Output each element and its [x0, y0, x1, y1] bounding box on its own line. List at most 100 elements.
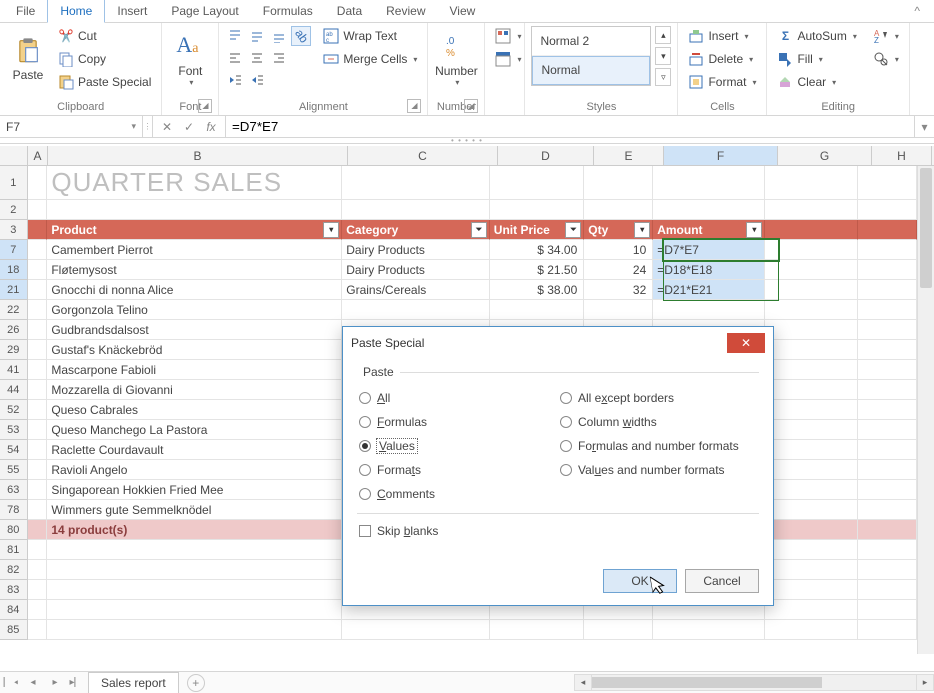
orientation-button[interactable]: ab: [291, 26, 311, 46]
paste-option-all[interactable]: All: [359, 391, 556, 405]
row-header[interactable]: 53: [0, 420, 28, 440]
cell-unit-price[interactable]: $ 34.00: [490, 240, 585, 260]
tab-insert[interactable]: Insert: [105, 0, 159, 22]
cell-amount[interactable]: =D21*E21: [653, 280, 765, 300]
sheet-tab-sales-report[interactable]: Sales report: [88, 672, 179, 693]
cell-product[interactable]: Gnocchi di nonna Alice: [47, 280, 342, 300]
row-header[interactable]: 29: [0, 340, 28, 360]
cell[interactable]: [584, 620, 653, 640]
row-header[interactable]: 44: [0, 380, 28, 400]
col-header-b[interactable]: B: [48, 146, 348, 165]
row-header[interactable]: 22: [0, 300, 28, 320]
cell[interactable]: [858, 300, 917, 320]
cell[interactable]: [858, 200, 917, 220]
col-header-f[interactable]: F: [664, 146, 778, 165]
cell[interactable]: [28, 440, 48, 460]
cell[interactable]: [28, 560, 48, 580]
cell[interactable]: [765, 600, 858, 620]
row-header[interactable]: 63: [0, 480, 28, 500]
header-qty[interactable]: Qty▾: [584, 220, 653, 240]
paste-special-button[interactable]: Paste Special: [54, 72, 155, 92]
cell[interactable]: [28, 500, 48, 520]
cell-category[interactable]: [342, 300, 490, 320]
paste-option-formats[interactable]: Formats: [359, 463, 556, 477]
cell[interactable]: [858, 520, 917, 540]
cell[interactable]: [858, 420, 917, 440]
cell-category[interactable]: Dairy Products: [342, 240, 490, 260]
cut-button[interactable]: ✂️ Cut: [54, 26, 155, 46]
cell[interactable]: [47, 540, 342, 560]
col-header-d[interactable]: D: [498, 146, 594, 165]
col-header-e[interactable]: E: [594, 146, 664, 165]
fill-button[interactable]: Fill▾: [773, 49, 860, 69]
cell-product[interactable]: Camembert Pierrot: [47, 240, 342, 260]
conditional-formatting-button[interactable]: ▾: [491, 26, 525, 46]
enter-formula-button[interactable]: ✓: [179, 120, 199, 134]
paste-option-comments[interactable]: Comments: [359, 487, 556, 501]
cell[interactable]: [765, 300, 858, 320]
cell[interactable]: [765, 260, 858, 280]
cell[interactable]: [28, 360, 48, 380]
row-header[interactable]: 18: [0, 260, 28, 280]
cell[interactable]: [28, 400, 48, 420]
increase-indent-button[interactable]: [247, 70, 267, 90]
cell[interactable]: [858, 400, 917, 420]
header-unit-price[interactable]: Unit Price⏷: [490, 220, 584, 240]
formula-bar-grip[interactable]: • • • • •: [0, 138, 934, 144]
cell[interactable]: [858, 600, 917, 620]
filter-button[interactable]: ▾: [634, 222, 650, 238]
dialog-close-button[interactable]: ✕: [727, 333, 765, 353]
cell[interactable]: [28, 320, 48, 340]
row-header[interactable]: 41: [0, 360, 28, 380]
cell[interactable]: [490, 620, 584, 640]
select-all-corner[interactable]: [0, 146, 28, 165]
cell-unit-price[interactable]: $ 38.00: [490, 280, 585, 300]
cell-product[interactable]: Gustaf's Knäckebröd: [47, 340, 342, 360]
cell-qty[interactable]: 24: [584, 260, 653, 280]
hscroll-thumb[interactable]: [592, 677, 822, 688]
cell[interactable]: [584, 200, 653, 220]
align-right-button[interactable]: [269, 48, 289, 68]
paste-option-all-except-borders[interactable]: All except borders: [560, 391, 757, 405]
align-left-button[interactable]: [225, 48, 245, 68]
row-header[interactable]: 82: [0, 560, 28, 580]
align-bottom-button[interactable]: [269, 26, 289, 46]
cell[interactable]: [28, 260, 48, 280]
merge-cells-button[interactable]: Merge Cells ▾: [319, 49, 421, 69]
cell[interactable]: [765, 560, 858, 580]
cell[interactable]: [653, 620, 765, 640]
cell[interactable]: [858, 240, 917, 260]
cell-product[interactable]: Ravioli Angelo: [47, 460, 342, 480]
ok-button[interactable]: OK: [603, 569, 677, 593]
row-header[interactable]: 26: [0, 320, 28, 340]
cell[interactable]: [28, 600, 48, 620]
tab-view[interactable]: View: [438, 0, 488, 22]
sheet-nav-last[interactable]: ▸⎸: [66, 677, 88, 688]
paste-option-formulas[interactable]: Formulas: [359, 415, 556, 429]
cell[interactable]: [28, 540, 48, 560]
cell-qty[interactable]: 10: [584, 240, 653, 260]
font-dialog-launcher[interactable]: ◢: [198, 99, 212, 113]
cell-product[interactable]: Raclette Courdavault: [47, 440, 342, 460]
header-category[interactable]: Category⏷: [342, 220, 490, 240]
col-header-c[interactable]: C: [348, 146, 498, 165]
wrap-text-button[interactable]: abc Wrap Text: [319, 26, 421, 46]
row-header[interactable]: 84: [0, 600, 28, 620]
row-header[interactable]: 81: [0, 540, 28, 560]
cell[interactable]: [858, 580, 917, 600]
cell[interactable]: [28, 580, 48, 600]
skip-blanks-checkbox[interactable]: Skip blanks: [359, 524, 757, 538]
sort-filter-button[interactable]: AZ▾: [869, 26, 903, 46]
paste-option-values-and-number-formats[interactable]: Values and number formats: [560, 463, 757, 477]
delete-cells-button[interactable]: Delete▾: [684, 49, 760, 69]
number-button[interactable]: .0% Number ▾: [434, 26, 478, 92]
cell-qty[interactable]: [584, 300, 653, 320]
row-header[interactable]: 3: [0, 220, 28, 240]
decrease-indent-button[interactable]: [225, 70, 245, 90]
cell[interactable]: [765, 320, 858, 340]
cancel-formula-button[interactable]: ✕: [157, 120, 177, 134]
cell[interactable]: [765, 220, 858, 240]
cell[interactable]: [765, 620, 858, 640]
tab-page-layout[interactable]: Page Layout: [159, 0, 250, 22]
cell[interactable]: [342, 166, 490, 200]
